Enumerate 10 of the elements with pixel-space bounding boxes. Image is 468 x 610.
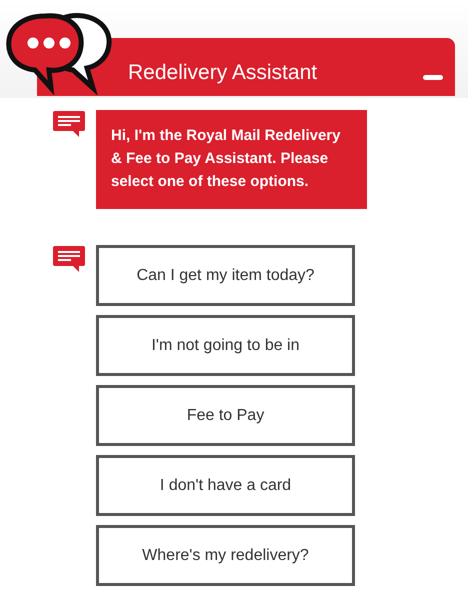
option-button[interactable]: Can I get my item today? [96, 245, 355, 306]
message-icon [52, 110, 86, 138]
option-button[interactable]: I don't have a card [96, 455, 355, 516]
window-title: Redelivery Assistant [128, 61, 318, 85]
bot-message: Hi, I'm the Royal Mail Redelivery & Fee to Pay Assistant. Please select one of these options. [96, 110, 367, 209]
minimize-button[interactable] [423, 74, 443, 80]
message-icon [52, 245, 86, 273]
option-button[interactable]: I'm not going to be in [96, 315, 355, 376]
option-button[interactable]: Where's my redelivery? [96, 525, 355, 586]
option-button[interactable]: Fee to Pay [96, 385, 355, 446]
